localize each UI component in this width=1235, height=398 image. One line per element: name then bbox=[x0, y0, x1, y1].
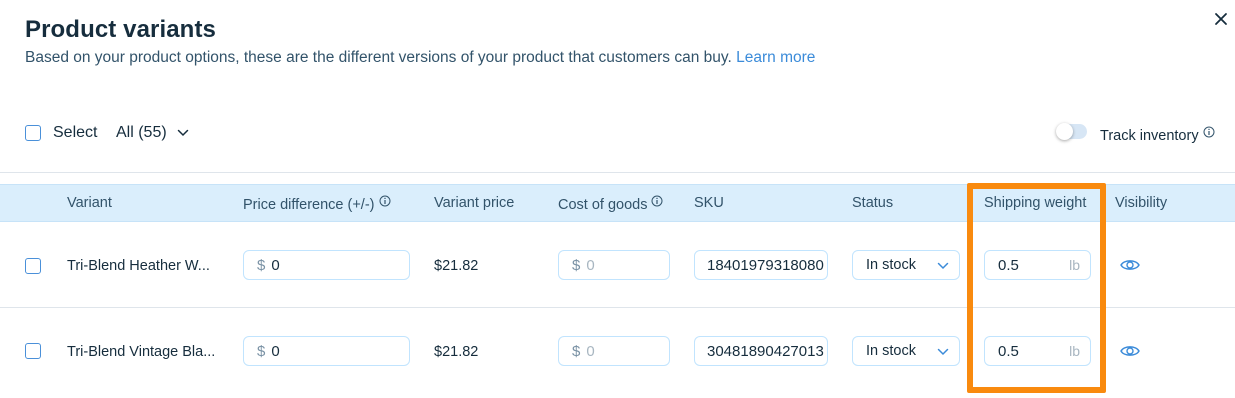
track-inventory-toggle[interactable] bbox=[1056, 123, 1087, 140]
cost-of-goods-placeholder: 0 bbox=[586, 342, 595, 360]
chevron-down-icon bbox=[937, 262, 949, 270]
sku-value: 30481890427013 bbox=[707, 342, 824, 360]
cost-of-goods-input[interactable]: $ 0 bbox=[558, 336, 670, 366]
column-price-difference-label: Price difference (+/-) bbox=[243, 197, 375, 213]
price-difference-input[interactable]: $ 0 bbox=[243, 336, 410, 366]
currency-prefix: $ bbox=[257, 256, 266, 274]
price-difference-value: 0 bbox=[271, 256, 280, 274]
page-subtitle: Based on your product options, these are… bbox=[25, 49, 815, 67]
price-difference-value: 0 bbox=[271, 342, 280, 360]
column-variant-price: Variant price bbox=[434, 195, 515, 211]
currency-prefix: $ bbox=[572, 342, 581, 360]
chevron-down-icon bbox=[937, 348, 949, 356]
subtitle-text: Based on your product options, these are… bbox=[25, 49, 732, 66]
variant-price: $21.82 bbox=[434, 258, 479, 274]
toggle-knob bbox=[1056, 123, 1073, 140]
variant-name: Tri-Blend Heather W... bbox=[67, 258, 210, 274]
cost-of-goods-placeholder: 0 bbox=[586, 256, 595, 274]
column-shipping-weight: Shipping weight bbox=[984, 195, 1087, 211]
track-inventory-text: Track inventory bbox=[1100, 128, 1199, 144]
column-status: Status bbox=[852, 195, 894, 211]
column-visibility: Visibility bbox=[1115, 195, 1168, 211]
weight-value: 0.5 bbox=[998, 256, 1019, 274]
row-checkbox[interactable] bbox=[25, 258, 41, 274]
status-dropdown[interactable]: In stock bbox=[852, 250, 960, 280]
info-icon[interactable] bbox=[379, 195, 391, 207]
sku-value: 18401979318080 bbox=[707, 256, 824, 274]
status-value: In stock bbox=[866, 343, 916, 359]
status-dropdown[interactable]: In stock bbox=[852, 336, 960, 366]
column-price-difference: Price difference (+/-) bbox=[243, 195, 391, 213]
sku-input[interactable]: 30481890427013 bbox=[694, 336, 828, 366]
column-sku: SKU bbox=[694, 195, 724, 211]
track-inventory-label: Track inventory bbox=[1100, 126, 1215, 144]
toolbar-divider bbox=[0, 172, 1235, 173]
column-cost-of-goods-label: Cost of goods bbox=[558, 197, 648, 213]
status-value: In stock bbox=[866, 257, 916, 273]
cost-of-goods-input[interactable]: $ 0 bbox=[558, 250, 670, 280]
currency-prefix: $ bbox=[257, 342, 266, 360]
learn-more-link[interactable]: Learn more bbox=[736, 49, 815, 66]
shipping-weight-input[interactable]: 0.5 lb bbox=[984, 250, 1091, 280]
weight-unit: lb bbox=[1069, 343, 1080, 359]
row-checkbox[interactable] bbox=[25, 343, 41, 359]
row-divider bbox=[0, 307, 1235, 308]
select-all-checkbox[interactable] bbox=[25, 125, 41, 141]
variant-price: $21.82 bbox=[434, 344, 479, 360]
weight-value: 0.5 bbox=[998, 342, 1019, 360]
variant-name: Tri-Blend Vintage Bla... bbox=[67, 344, 216, 360]
column-variant: Variant bbox=[67, 195, 112, 211]
currency-prefix: $ bbox=[572, 256, 581, 274]
info-icon[interactable] bbox=[1203, 126, 1215, 138]
filter-value: All (55) bbox=[116, 124, 167, 141]
sku-input[interactable]: 18401979318080 bbox=[694, 250, 828, 280]
close-icon[interactable] bbox=[1212, 10, 1230, 28]
variant-filter-dropdown[interactable]: All (55) bbox=[116, 124, 189, 142]
chevron-down-icon bbox=[177, 129, 188, 137]
weight-unit: lb bbox=[1069, 257, 1080, 273]
eye-icon[interactable] bbox=[1120, 258, 1140, 272]
info-icon[interactable] bbox=[651, 195, 663, 207]
select-label: Select bbox=[53, 124, 98, 141]
column-cost-of-goods: Cost of goods bbox=[558, 195, 663, 213]
shipping-weight-input[interactable]: 0.5 lb bbox=[984, 336, 1091, 366]
eye-icon[interactable] bbox=[1120, 344, 1140, 358]
page-title: Product variants bbox=[25, 16, 216, 43]
price-difference-input[interactable]: $ 0 bbox=[243, 250, 410, 280]
